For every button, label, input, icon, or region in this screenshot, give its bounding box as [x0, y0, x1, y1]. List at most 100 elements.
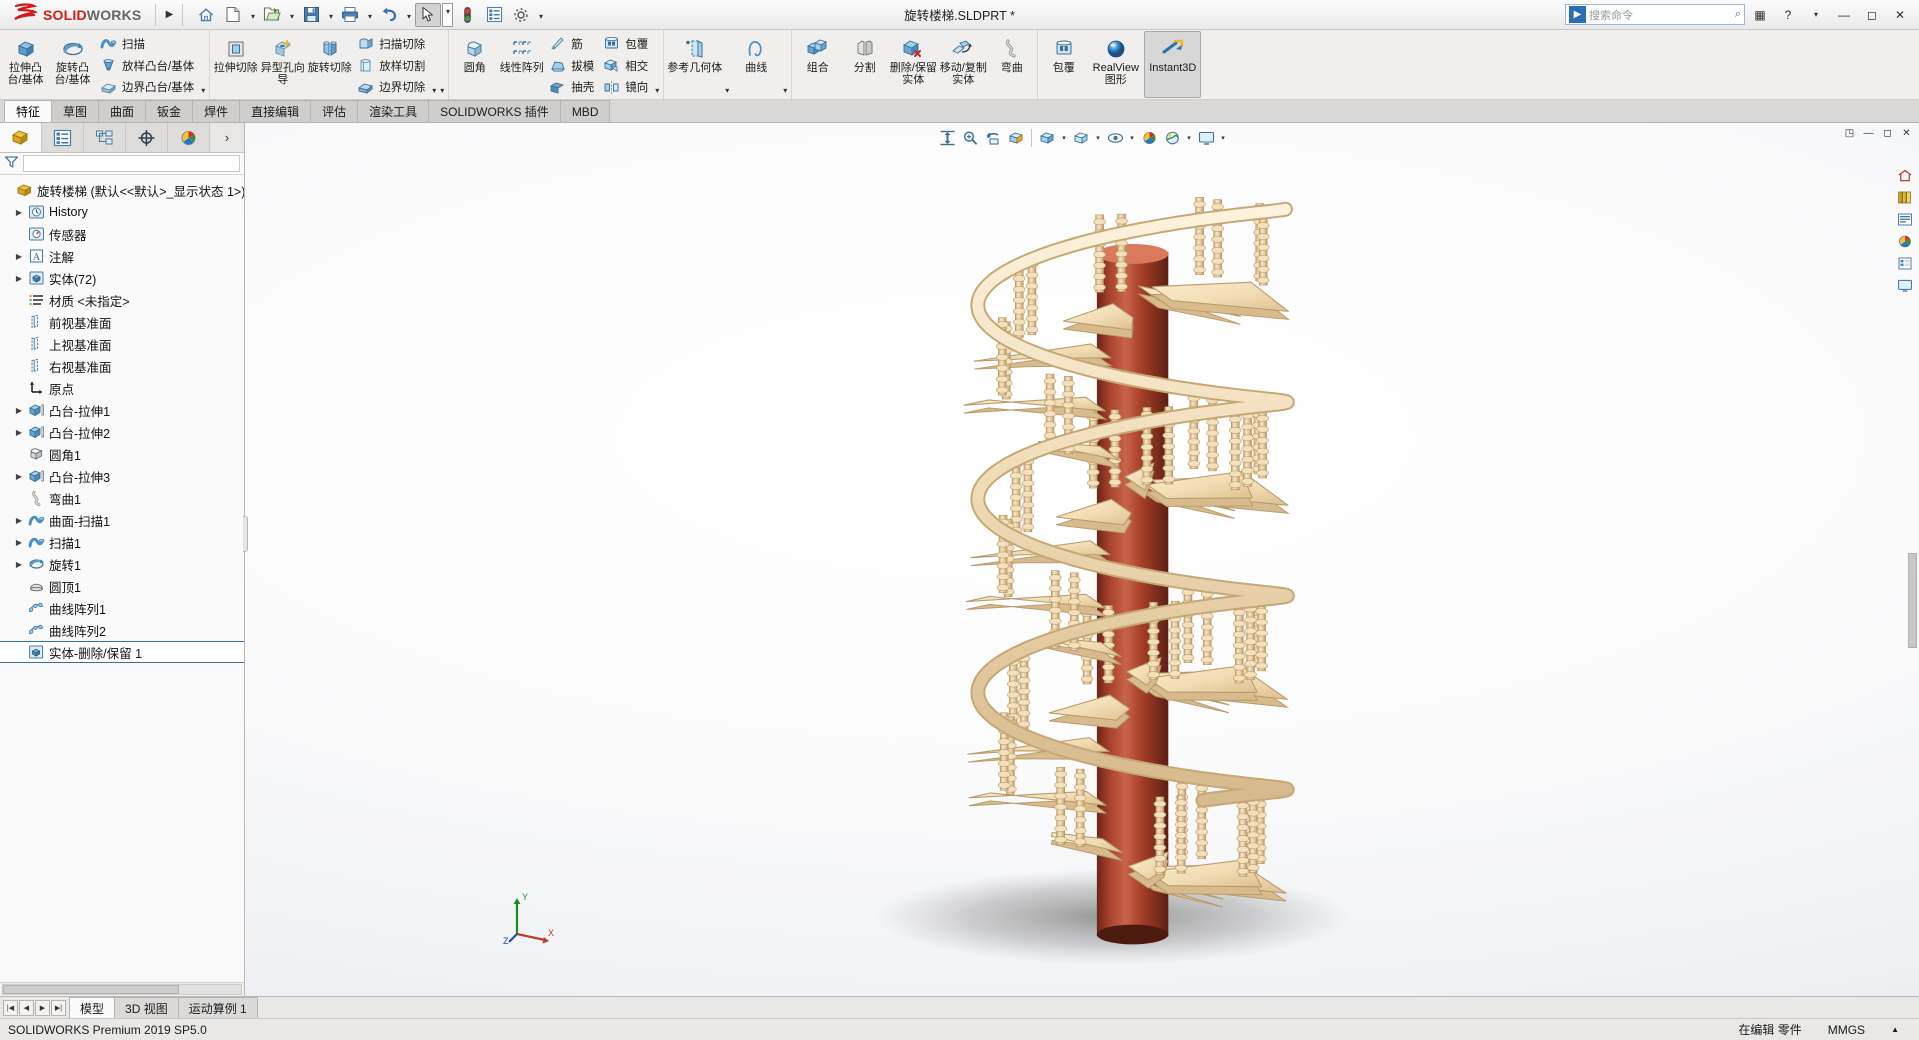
tree-item-2[interactable]: ▶ A 注解 — [0, 245, 244, 267]
viewport-vertical-scrollbar[interactable] — [1908, 373, 1917, 976]
property-manager-tab[interactable] — [42, 123, 84, 152]
save-icon[interactable] — [298, 3, 324, 27]
apply-scene-icon[interactable] — [1161, 127, 1183, 149]
restore-doc-icon[interactable]: ◳ — [1841, 125, 1858, 141]
tree-filter-input[interactable] — [23, 155, 240, 172]
tree-horizontal-scrollbar[interactable] — [0, 982, 244, 996]
tree-item-7[interactable]: 右视基准面 — [0, 355, 244, 377]
view-orientation-icon[interactable] — [1036, 127, 1058, 149]
print-caret-icon[interactable]: ▾ — [364, 3, 375, 27]
tab-evaluate[interactable]: 评估 — [310, 100, 359, 122]
curve-caret[interactable]: ▾ — [781, 31, 789, 98]
tree-item-1[interactable]: 传感器 — [0, 223, 244, 245]
solidworks-logo[interactable]: SOLIDWORKS — [0, 1, 151, 29]
file-explorer-icon[interactable] — [1895, 209, 1915, 229]
move-copy-body-button[interactable]: 移动/复制实体 — [938, 31, 988, 98]
extrude-boss-button[interactable]: 拉伸凸台/基体 — [2, 31, 49, 98]
settings-caret-icon[interactable]: ▾ — [535, 3, 546, 27]
new-document-icon[interactable] — [220, 3, 246, 27]
open-document-icon[interactable] — [259, 3, 285, 27]
tab-surfaces[interactable]: 曲面 — [98, 100, 147, 122]
tree-item-10[interactable]: ▶ 凸台-拉伸2 — [0, 421, 244, 443]
linear-pattern-button[interactable]: 线性阵列 — [498, 31, 545, 98]
tab-features[interactable]: 特征 — [4, 100, 53, 122]
boundary-boss-button[interactable]: 边界凸台/基体 — [96, 76, 199, 98]
fillet-button[interactable]: 圆角 — [451, 31, 498, 98]
scroll-track[interactable] — [2, 984, 242, 995]
grid-layout-icon[interactable]: ▦ — [1747, 3, 1773, 27]
hole-wizard-button[interactable]: 异型孔向导 — [259, 31, 306, 98]
minimize-doc-icon[interactable]: — — [1860, 125, 1877, 141]
revolve-cut-button[interactable]: 旋转切除 — [306, 31, 353, 98]
tree-item-6[interactable]: 上视基准面 — [0, 333, 244, 355]
more-tabs-chevron-icon[interactable]: › — [210, 123, 244, 152]
edit-appearance-icon[interactable] — [1138, 127, 1160, 149]
tree-item-20[interactable]: 实体-删除/保留 1 — [0, 641, 244, 663]
modify-group-caret[interactable]: ▾ — [653, 31, 661, 98]
undo-icon[interactable] — [376, 3, 402, 27]
tree-expand-toggle[interactable]: ▶ — [12, 538, 26, 547]
tree-item-0[interactable]: ▶ History — [0, 201, 244, 223]
appearances-scenes-icon[interactable] — [1895, 231, 1915, 251]
boss-group-caret[interactable]: ▾ — [199, 31, 207, 98]
display-style-caret-icon[interactable]: ▾ — [1093, 127, 1103, 149]
draft-button[interactable]: 拔模 — [545, 55, 599, 77]
tree-item-14[interactable]: ▶ 曲面-扫描1 — [0, 509, 244, 531]
view-palette-icon[interactable] — [1895, 275, 1915, 295]
reference-geometry-button[interactable]: 参考几何体 — [666, 31, 723, 98]
tree-item-3[interactable]: ▶ 实体(72) — [0, 267, 244, 289]
display-style-icon[interactable] — [1070, 127, 1092, 149]
tree-expand-toggle[interactable]: ▶ — [12, 274, 26, 283]
flex-button[interactable]: 弯曲 — [988, 31, 1035, 98]
curve-button[interactable]: 曲线 — [731, 31, 781, 98]
panel-resize-grip[interactable] — [243, 515, 248, 552]
tree-expand-toggle[interactable]: ▶ — [12, 560, 26, 569]
tree-item-8[interactable]: 原点 — [0, 377, 244, 399]
delete-keep-body-button[interactable]: 删除/保留实体 — [888, 31, 938, 98]
wrap-button[interactable]: 包覆 — [599, 33, 653, 55]
hide-show-items-icon[interactable] — [1104, 127, 1126, 149]
zoom-to-area-icon[interactable] — [959, 127, 981, 149]
rebuild-icon[interactable] — [454, 3, 480, 27]
search-input[interactable]: ▶ 搜索命令 ⌕ — [1565, 4, 1745, 25]
mirror-button[interactable]: 镜向 — [599, 76, 653, 98]
custom-properties-icon[interactable] — [1895, 253, 1915, 273]
open-document-caret-icon[interactable]: ▾ — [286, 3, 297, 27]
print-icon[interactable] — [337, 3, 363, 27]
sweep-cut-button[interactable]: 扫描切除 — [353, 33, 430, 55]
cut-group-caret[interactable]: ▾ — [430, 31, 438, 98]
tree-item-19[interactable]: 曲线阵列2 — [0, 619, 244, 641]
close-doc-icon[interactable]: ✕ — [1898, 125, 1915, 141]
hide-show-caret-icon[interactable]: ▾ — [1127, 127, 1137, 149]
tree-item-12[interactable]: ▶ 凸台-拉伸3 — [0, 465, 244, 487]
tree-item-17[interactable]: 圆顶1 — [0, 575, 244, 597]
home-icon[interactable] — [193, 3, 219, 27]
design-library-icon[interactable] — [1895, 187, 1915, 207]
split-button[interactable]: 分割 — [841, 31, 888, 98]
loft-boss-button[interactable]: 放样凸台/基体 — [96, 55, 199, 77]
tab-sheetmetal[interactable]: 钣金 — [145, 100, 194, 122]
tree-expand-toggle[interactable]: ▶ — [12, 252, 26, 261]
settings-gear-icon[interactable] — [508, 3, 534, 27]
configuration-manager-tab[interactable] — [84, 123, 126, 152]
tree-expand-toggle[interactable]: ▶ — [12, 406, 26, 415]
viewport-scroll-thumb[interactable] — [1908, 553, 1917, 648]
tab-direct-editing[interactable]: 直接编辑 — [239, 100, 312, 122]
minimize-button[interactable]: — — [1831, 3, 1857, 27]
bottom-tab-model[interactable]: 模型 — [69, 997, 116, 1018]
revolve-boss-button[interactable]: 旋转凸台/基体 — [49, 31, 96, 98]
loft-cut-button[interactable]: 放样切割 — [353, 55, 430, 77]
intersect-button[interactable]: 相交 — [599, 55, 653, 77]
close-button[interactable]: ✕ — [1887, 3, 1913, 27]
feature-manager-tab[interactable] — [0, 123, 42, 152]
instant3d-button[interactable]: Instant3D — [1144, 31, 1202, 98]
tab-weldments[interactable]: 焊件 — [192, 100, 241, 122]
boundary-cut-button[interactable]: 边界切除 — [353, 76, 430, 98]
bottom-tab-3dviews[interactable]: 3D 视图 — [114, 997, 179, 1018]
status-units-caret-icon[interactable]: ▲ — [1891, 1025, 1899, 1034]
tree-item-4[interactable]: 材质 <未指定> — [0, 289, 244, 311]
tree-expand-toggle[interactable]: ▶ — [12, 208, 26, 217]
display-manager-tab[interactable] — [168, 123, 210, 152]
help-caret-icon[interactable]: ▾ — [1803, 3, 1829, 27]
view-settings-icon[interactable] — [1195, 127, 1217, 149]
